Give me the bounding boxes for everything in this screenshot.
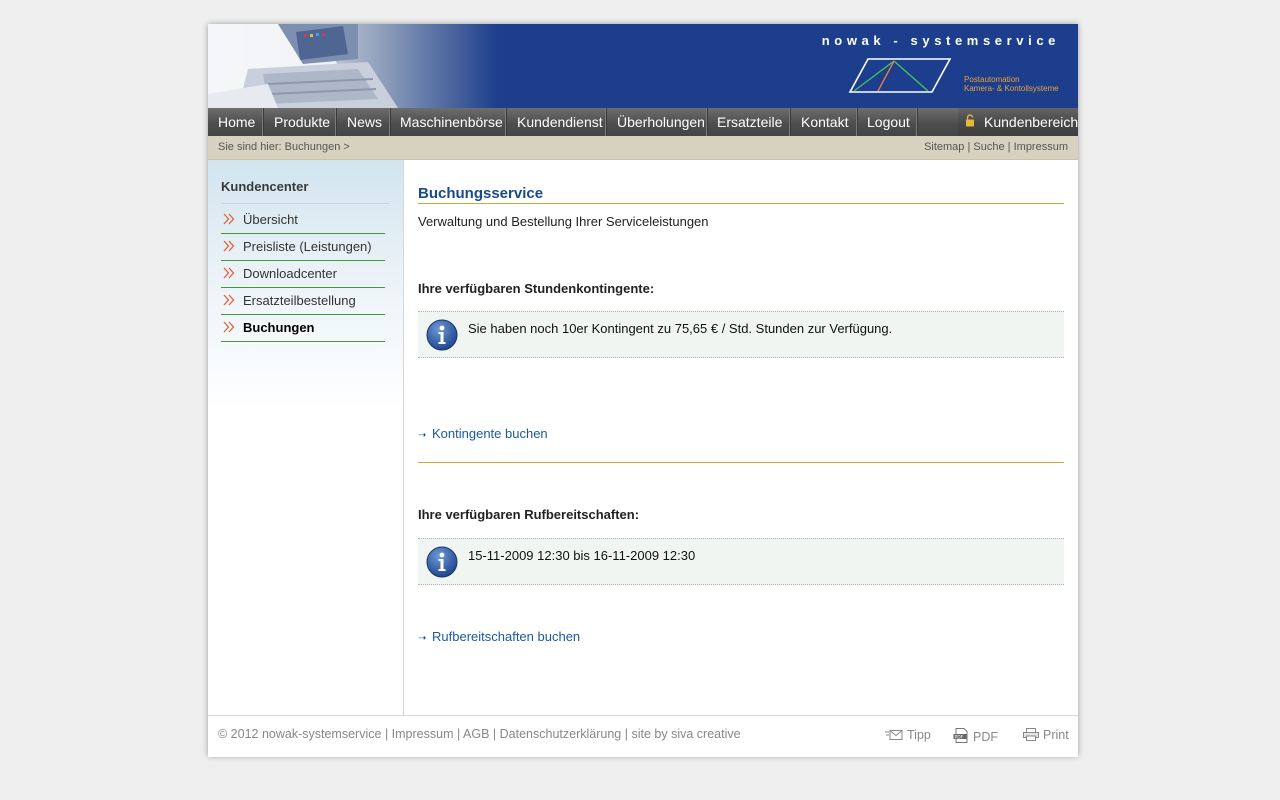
separator: | <box>624 727 628 741</box>
kontingente-heading: Ihre verfügbaren Stundenkontingente: <box>418 281 655 296</box>
sidebar-item-buchungen[interactable]: Buchungen <box>221 315 385 342</box>
double-chevron-icon <box>223 267 235 279</box>
separator: | <box>384 727 389 741</box>
sidebar-item-ersatzteilbestellung[interactable]: Ersatzteilbestellung <box>221 288 385 315</box>
rufbereitschaften-info-text: 15-11-2009 12:30 bis 16-11-2009 12:30 <box>468 548 696 563</box>
nav-kundenbereich[interactable]: Kundenbereich <box>984 108 1078 136</box>
nav-home[interactable]: Home <box>218 108 255 136</box>
rufbereitschaften-buchen-link[interactable]: ➝ Rufbereitschaften buchen <box>418 629 580 644</box>
nav-logout[interactable]: Logout <box>867 108 910 136</box>
lock-icon <box>966 114 974 127</box>
company-logo <box>848 58 952 93</box>
double-chevron-icon <box>223 213 235 225</box>
info-icon <box>426 319 458 351</box>
sidebar-item-label: Preisliste (Leistungen) <box>243 239 372 254</box>
pdf-button[interactable]: PDF PDF <box>953 728 998 744</box>
nav-ueberholungen[interactable]: Überholungen <box>617 108 705 136</box>
pdf-icon: PDF <box>953 728 968 743</box>
page-subtitle: Verwaltung und Bestellung Ihrer Servicel… <box>418 214 709 229</box>
rufbereitschaften-infobox: 15-11-2009 12:30 bis 16-11-2009 12:30 <box>418 538 1064 585</box>
link-label: Kontingente buchen <box>432 426 548 441</box>
footer-links: © 2012 nowak-systemservice | Impressum |… <box>218 727 741 741</box>
separator: | <box>967 141 971 153</box>
arrow-right-icon: ➝ <box>418 430 427 441</box>
sidebar-item-label: Downloadcenter <box>243 266 337 281</box>
nav-separator <box>262 108 263 136</box>
separator: | <box>456 727 461 741</box>
nav-separator <box>335 108 336 136</box>
nav-separator <box>916 108 917 136</box>
print-label: Print <box>1043 728 1069 742</box>
printer-icon <box>1023 728 1039 741</box>
main-nav: Home Produkte News Maschinenbörse Kunden… <box>208 108 1078 136</box>
nav-produkte[interactable]: Produkte <box>274 108 330 136</box>
info-icon <box>426 546 458 578</box>
envelope-icon <box>885 730 903 740</box>
kontingente-infobox: Sie haben noch 10er Kontingent zu 75,65 … <box>418 311 1064 358</box>
page-container: nowak - systemservice Postautomation Kam… <box>208 24 1078 757</box>
main-content: Buchungsservice Verwaltung und Bestellun… <box>418 160 1064 715</box>
breadcrumb: Sie sind hier: Buchungen > <box>218 141 350 153</box>
tipp-button[interactable]: Tipp <box>885 728 931 742</box>
header-banner: nowak - systemservice Postautomation Kam… <box>208 24 1078 108</box>
tagline-line-1: Postautomation <box>964 75 1020 84</box>
brand-name: nowak - systemservice <box>821 33 1060 48</box>
section-divider <box>418 462 1064 463</box>
kontingente-info-text: Sie haben noch 10er Kontingent zu 75,65 … <box>468 321 893 336</box>
sidebar-item-label: Übersicht <box>243 212 298 227</box>
footer-siva-link[interactable]: site by siva creative <box>631 727 740 741</box>
sidebar-item-preisliste[interactable]: Preisliste (Leistungen) <box>221 234 385 261</box>
sidebar: Kundencenter Übersicht Preisliste (Leist… <box>208 160 404 715</box>
footer: © 2012 nowak-systemservice | Impressum |… <box>208 715 1078 757</box>
divider <box>221 203 389 204</box>
nav-separator <box>706 108 707 136</box>
sitemap-link[interactable]: Sitemap <box>924 141 964 153</box>
arrow-right-icon: ➝ <box>418 633 427 644</box>
breadcrumb-bar: Sie sind hier: Buchungen > Sitemap | Suc… <box>208 136 1078 160</box>
print-button[interactable]: Print <box>1023 728 1069 742</box>
link-label: Rufbereitschaften buchen <box>432 629 581 644</box>
nav-maschinenboerse[interactable]: Maschinenbörse <box>400 108 503 136</box>
brand-tagline: Postautomation Kamera- & Kontollsysteme <box>964 75 1059 93</box>
double-chevron-icon <box>223 240 235 252</box>
nav-separator <box>605 108 606 136</box>
impressum-link[interactable]: Impressum <box>1014 141 1068 153</box>
nav-kontakt[interactable]: Kontakt <box>801 108 848 136</box>
nav-news[interactable]: News <box>347 108 382 136</box>
svg-text:PDF: PDF <box>955 734 964 740</box>
nav-separator <box>856 108 857 136</box>
separator: | <box>1007 141 1011 153</box>
sidebar-item-uebersicht[interactable]: Übersicht <box>221 207 385 234</box>
nav-ersatzteile[interactable]: Ersatzteile <box>717 108 782 136</box>
double-chevron-icon <box>223 294 235 306</box>
sidebar-item-label: Ersatzteilbestellung <box>243 293 356 308</box>
tagline-line-2: Kamera- & Kontollsysteme <box>964 84 1059 93</box>
banner-photo <box>208 24 498 108</box>
nav-separator <box>389 108 390 136</box>
pdf-label: PDF <box>973 730 998 744</box>
nav-separator <box>505 108 506 136</box>
rufbereitschaften-heading: Ihre verfügbaren Rufbereitschaften: <box>418 507 640 522</box>
utility-links: Sitemap | Suche | Impressum <box>924 136 1068 159</box>
kontingente-buchen-link[interactable]: ➝ Kontingente buchen <box>418 426 548 441</box>
double-chevron-icon <box>223 321 235 333</box>
suche-link[interactable]: Suche <box>973 141 1004 153</box>
sidebar-item-label: Buchungen <box>243 320 315 335</box>
copyright: © 2012 nowak-systemservice <box>218 727 382 741</box>
sidebar-item-downloadcenter[interactable]: Downloadcenter <box>221 261 385 288</box>
footer-impressum-link[interactable]: Impressum <box>392 727 454 741</box>
sidebar-title: Kundencenter <box>221 179 309 194</box>
footer-datenschutz-link[interactable]: Datenschutzerklärung <box>500 727 622 741</box>
tipp-label: Tipp <box>907 728 931 742</box>
nav-kundendienst[interactable]: Kundendienst <box>517 108 603 136</box>
machine-image <box>208 24 398 108</box>
footer-agb-link[interactable]: AGB <box>463 727 489 741</box>
page-title: Buchungsservice <box>418 185 1064 204</box>
separator: | <box>492 727 497 741</box>
nav-separator <box>789 108 790 136</box>
